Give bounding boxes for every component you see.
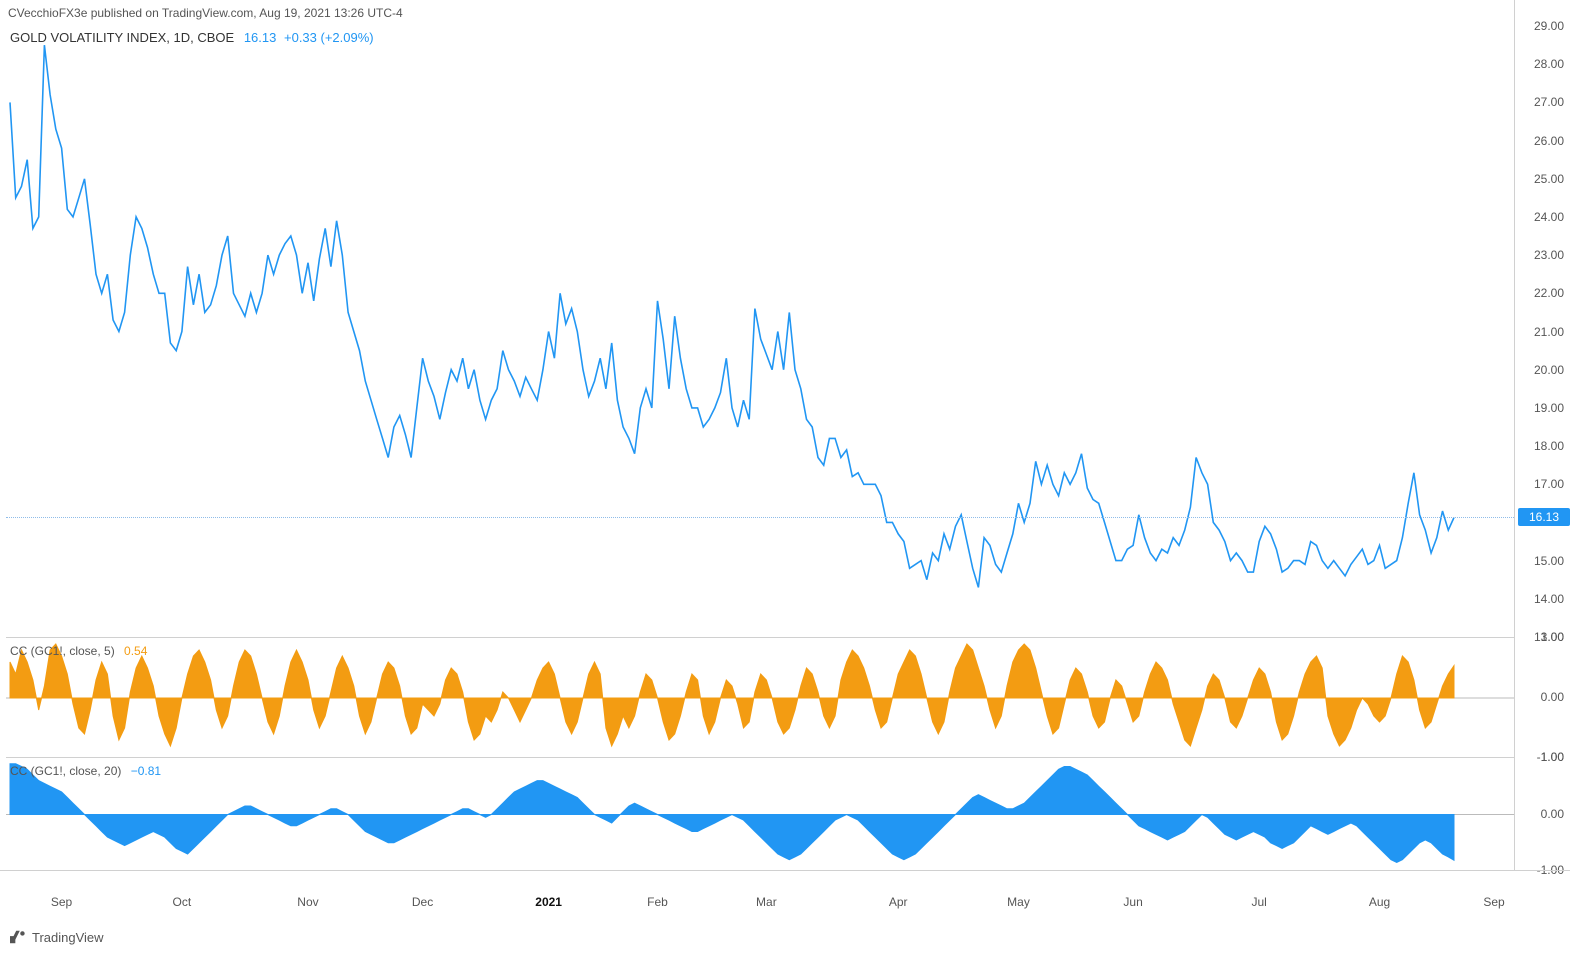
watermark-text: TradingView <box>32 930 104 945</box>
y-tick-label: 1.00 <box>1541 750 1564 764</box>
cc20-label-text: CC (GC1!, close, 20) <box>10 764 121 778</box>
y-tick-label: 27.00 <box>1534 95 1564 109</box>
main-price-panel[interactable] <box>6 26 1514 637</box>
x-tick-label: 2021 <box>535 895 562 909</box>
y-tick-label: 25.00 <box>1534 172 1564 186</box>
cc5-value: 0.54 <box>124 644 147 658</box>
x-tick-label: Aug <box>1369 895 1390 909</box>
cc5-label: CC (GC1!, close, 5) 0.54 <box>10 644 147 658</box>
x-axis-separator <box>0 870 1570 871</box>
tradingview-watermark: TradingView <box>10 929 104 945</box>
cc5-svg <box>6 638 1514 758</box>
y-tick-label: 24.00 <box>1534 210 1564 224</box>
x-tick-label: Apr <box>889 895 908 909</box>
y-tick-label: 0.00 <box>1541 690 1564 704</box>
y-axis[interactable]: 29.00 28.00 27.00 26.00 25.00 24.00 23.00 22.00… <box>1514 0 1570 870</box>
y-tick-label: 0.00 <box>1541 807 1564 821</box>
y-tick-label: 28.00 <box>1534 57 1564 71</box>
y-tick-label: 21.00 <box>1534 325 1564 339</box>
y-tick-label: 23.00 <box>1534 248 1564 262</box>
cc5-label-text: CC (GC1!, close, 5) <box>10 644 115 658</box>
cc20-value: −0.81 <box>131 764 161 778</box>
cc5-panel[interactable] <box>6 637 1514 757</box>
x-tick-label: Oct <box>173 895 192 909</box>
x-tick-label: Mar <box>756 895 777 909</box>
chart-root: CVecchioFX3e published on TradingView.co… <box>0 0 1570 957</box>
price-line-svg <box>6 26 1514 637</box>
y-tick-label: 19.00 <box>1534 401 1564 415</box>
y-tick-label: 26.00 <box>1534 134 1564 148</box>
y-tick-label: 1.00 <box>1541 630 1564 644</box>
x-tick-label: Jul <box>1252 895 1267 909</box>
x-tick-label: Dec <box>412 895 433 909</box>
x-tick-label: Jun <box>1123 895 1142 909</box>
x-tick-label: Nov <box>297 895 318 909</box>
x-axis[interactable]: Sep Oct Nov Dec 2021 Feb Mar Apr May Jun Jul Aug Sep <box>0 893 1514 915</box>
x-tick-label: Sep <box>1483 895 1504 909</box>
last-price-line <box>6 517 1514 518</box>
x-tick-label: May <box>1007 895 1030 909</box>
y-tick-label: 17.00 <box>1534 477 1564 491</box>
y-tick-label: 14.00 <box>1534 592 1564 606</box>
publish-meta: CVecchioFX3e published on TradingView.co… <box>8 6 403 20</box>
y-tick-label: 29.00 <box>1534 19 1564 33</box>
y-tick-label: 18.00 <box>1534 439 1564 453</box>
y-tick-label: 15.00 <box>1534 554 1564 568</box>
x-tick-label: Feb <box>647 895 668 909</box>
x-tick-label: Sep <box>51 895 72 909</box>
cc20-label: CC (GC1!, close, 20) −0.81 <box>10 764 161 778</box>
cc20-svg <box>6 758 1514 871</box>
cc20-panel[interactable] <box>6 757 1514 870</box>
price-axis-tag: 16.13 <box>1518 508 1570 526</box>
y-tick-label: 22.00 <box>1534 286 1564 300</box>
tradingview-logo-icon <box>10 929 26 945</box>
y-tick-label: 20.00 <box>1534 363 1564 377</box>
